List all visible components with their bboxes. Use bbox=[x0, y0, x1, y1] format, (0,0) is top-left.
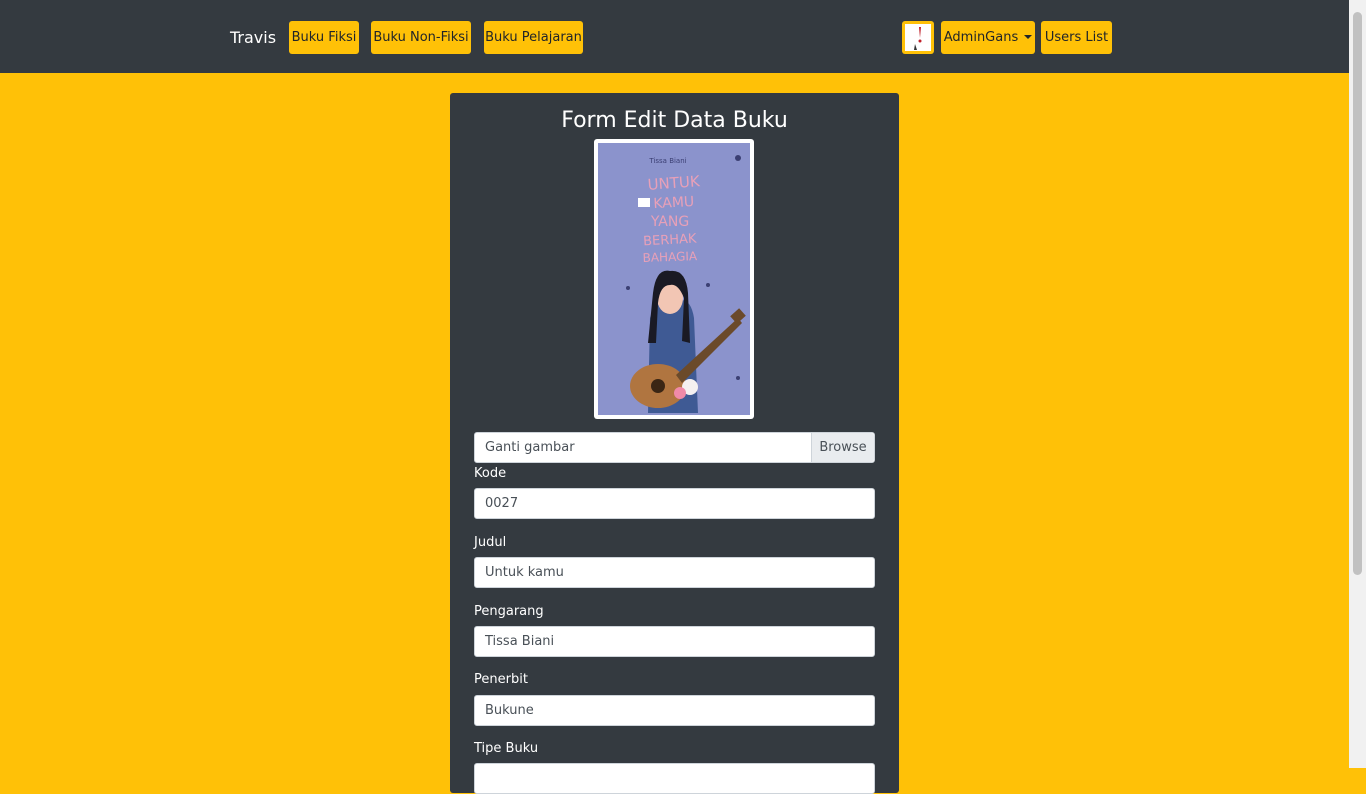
svg-text:YANG: YANG bbox=[650, 214, 689, 230]
top-navbar: Travis Buku Fiksi Buku Non-Fiksi Buku Pe… bbox=[0, 0, 1349, 73]
page-scrollbar[interactable] bbox=[1349, 0, 1366, 768]
pengarang-input[interactable]: Tissa Biani bbox=[474, 626, 875, 657]
tipe-buku-label: Tipe Buku bbox=[474, 741, 539, 756]
form-title: Form Edit Data Buku bbox=[561, 108, 788, 133]
users-list-button[interactable]: Users List bbox=[1041, 21, 1112, 54]
avatar-image bbox=[905, 24, 931, 51]
file-input-placeholder: Ganti gambar bbox=[485, 440, 575, 455]
nav-buku-pelajaran-button[interactable]: Buku Pelajaran bbox=[484, 21, 583, 54]
svg-text:BERHAK: BERHAK bbox=[643, 232, 698, 250]
edit-book-form-card: Form Edit Data Buku Tissa Biani UNTUK KA… bbox=[450, 93, 899, 794]
svg-text:BAHAGIA: BAHAGIA bbox=[642, 249, 698, 265]
navbar-brand[interactable]: Travis bbox=[230, 28, 276, 48]
judul-input[interactable]: Untuk kamu bbox=[474, 557, 875, 588]
kode-label: Kode bbox=[474, 466, 507, 481]
svg-text:UNTUK: UNTUK bbox=[647, 172, 701, 194]
user-menu-dropdown[interactable]: AdminGans bbox=[941, 21, 1035, 54]
penerbit-label: Penerbit bbox=[474, 672, 528, 687]
svg-text:KAMU: KAMU bbox=[653, 194, 695, 212]
nav-buku-non-fiksi-button[interactable]: Buku Non-Fiksi bbox=[371, 21, 471, 54]
judul-label: Judul bbox=[474, 535, 507, 550]
book-cover-illustration: Tissa Biani UNTUK KAMU YANG BERHAK BAHAG… bbox=[598, 143, 750, 415]
cover-file-input[interactable]: Ganti gambar Browse bbox=[474, 432, 875, 463]
penerbit-input[interactable]: Bukune bbox=[474, 695, 875, 726]
svg-text:Tissa Biani: Tissa Biani bbox=[648, 157, 686, 165]
caret-down-icon bbox=[1024, 35, 1033, 39]
user-avatar[interactable] bbox=[902, 21, 934, 54]
kode-input[interactable]: 0027 bbox=[474, 488, 875, 519]
pengarang-label: Pengarang bbox=[474, 604, 544, 619]
user-menu-label: AdminGans bbox=[943, 30, 1019, 45]
scrollbar-thumb[interactable] bbox=[1353, 12, 1362, 575]
nav-buku-fiksi-button[interactable]: Buku Fiksi bbox=[289, 21, 359, 54]
book-cover-image: Tissa Biani UNTUK KAMU YANG BERHAK BAHAG… bbox=[594, 139, 754, 419]
browse-button[interactable]: Browse bbox=[811, 433, 874, 462]
